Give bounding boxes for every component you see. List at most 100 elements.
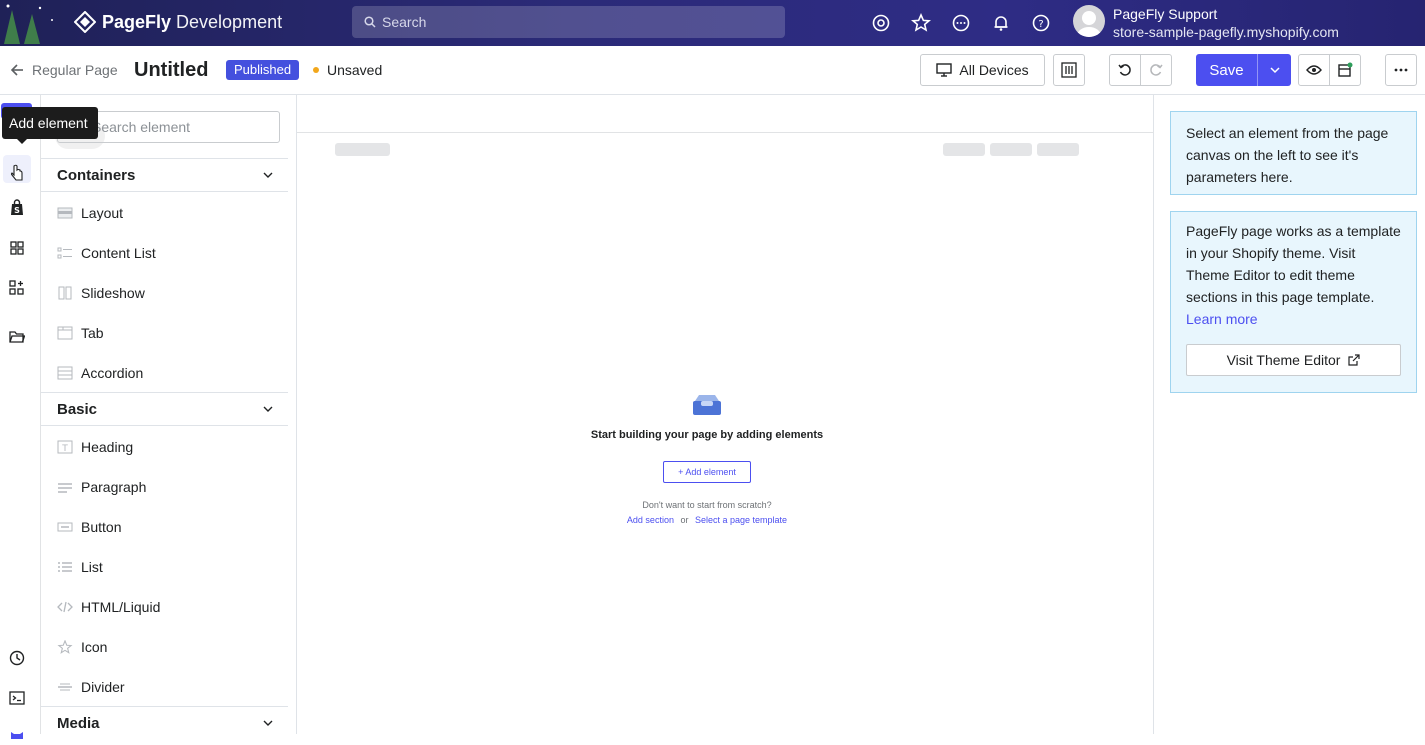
add-element-tooltip: Add element: [2, 107, 98, 144]
add-element-button[interactable]: + Add element: [663, 461, 751, 483]
inspector-info-box: Select an element from the page canvas o…: [1170, 111, 1417, 195]
element-label: Icon: [81, 639, 108, 655]
save-button[interactable]: Save: [1196, 54, 1291, 86]
section-header-media[interactable]: Media: [41, 706, 288, 734]
global-search-input[interactable]: Search: [352, 6, 785, 38]
canvas-header-divider: [297, 132, 1154, 133]
element-search-placeholder: Search element: [92, 119, 191, 135]
element-item-icon[interactable]: Icon: [57, 627, 107, 667]
chevron-down-icon: [1269, 67, 1280, 74]
element-item-button[interactable]: Button: [57, 507, 121, 547]
heading-icon: T: [57, 439, 73, 455]
page-type-label: Regular Page: [32, 62, 118, 78]
element-item-divider[interactable]: Divider: [57, 667, 125, 707]
skeleton-logo: [335, 143, 390, 156]
element-label: Paragraph: [81, 479, 147, 495]
theme-info-text: PageFly page works as a template in your…: [1186, 223, 1401, 305]
eye-icon: [1306, 65, 1322, 75]
search-placeholder: Search: [382, 14, 427, 30]
chevron-down-icon: [263, 406, 273, 412]
element-label: Layout: [81, 205, 124, 221]
publish-icon: [1338, 62, 1353, 77]
chat-icon[interactable]: [950, 12, 972, 34]
element-label: Button: [81, 519, 122, 535]
search-icon: [364, 16, 376, 28]
redo-button[interactable]: [1140, 54, 1172, 86]
page-title[interactable]: Untitled: [134, 59, 208, 82]
history-icon[interactable]: [6, 647, 28, 669]
save-state-label: Unsaved: [327, 62, 383, 78]
console-icon[interactable]: [6, 687, 28, 709]
element-item-heading[interactable]: T Heading: [57, 427, 133, 467]
element-item-slideshow[interactable]: Slideshow: [57, 273, 145, 313]
scratch-text: Don't want to start from scratch?: [642, 500, 772, 510]
empty-state: Start building your page by adding eleme…: [297, 393, 1117, 441]
help-icon[interactable]: ?: [1030, 12, 1052, 34]
page-canvas[interactable]: Start building your page by adding eleme…: [297, 95, 1154, 734]
top-bar: PageFly Development Search ? PageFly Sup…: [0, 0, 1425, 46]
publish-button[interactable]: [1329, 54, 1361, 86]
theme-info-box: PageFly page works as a template in your…: [1170, 211, 1417, 393]
bell-icon[interactable]: [990, 12, 1012, 34]
save-options-button[interactable]: [1258, 54, 1291, 86]
add-section-link[interactable]: Add section: [627, 515, 674, 525]
element-item-paragraph[interactable]: Paragraph: [57, 467, 146, 507]
cat-mascot-icon[interactable]: [6, 723, 28, 745]
devices-button[interactable]: All Devices: [920, 54, 1045, 86]
visit-theme-editor-label: Visit Theme Editor: [1226, 352, 1341, 368]
sliders-icon: [1061, 62, 1077, 78]
star-icon[interactable]: [910, 12, 932, 34]
desktop-icon: [936, 63, 953, 77]
element-label: List: [81, 559, 103, 575]
environment-name: Development: [176, 11, 283, 32]
section-header-basic[interactable]: Basic: [41, 392, 288, 426]
code-icon: [57, 599, 73, 615]
section-title: Containers: [57, 166, 136, 184]
paragraph-icon: [57, 479, 73, 495]
pagefly-logo[interactable]: PageFly Development: [74, 11, 282, 33]
element-item-list[interactable]: List: [57, 547, 103, 587]
element-item-tab[interactable]: Tab: [57, 313, 104, 353]
element-label: Heading: [81, 439, 134, 455]
settings-icon[interactable]: [870, 12, 892, 34]
holiday-decoration: [4, 4, 53, 44]
devices-label: All Devices: [959, 62, 1029, 78]
list-icon: [57, 559, 73, 575]
svg-text:?: ?: [1038, 19, 1043, 30]
more-button[interactable]: [1385, 54, 1417, 86]
start-options: Add section or Select a page template: [297, 515, 1117, 525]
shopify-bag-icon[interactable]: S: [6, 197, 28, 219]
or-text: or: [680, 515, 689, 525]
element-item-content-list[interactable]: Content List: [57, 233, 156, 273]
slideshow-icon: [57, 285, 73, 301]
section-header-containers[interactable]: Containers: [41, 158, 288, 192]
element-item-html-liquid[interactable]: HTML/Liquid: [57, 587, 160, 627]
visit-theme-editor-button[interactable]: Visit Theme Editor: [1186, 344, 1401, 376]
arrow-left-icon: [10, 64, 23, 76]
select-template-link[interactable]: Select a page template: [695, 515, 787, 525]
button-icon: [57, 519, 73, 535]
page-settings-button[interactable]: [1053, 54, 1085, 86]
element-panel: Search element Containers Layout Content…: [41, 95, 297, 734]
accordion-icon: [57, 365, 73, 381]
svg-text:T: T: [61, 444, 68, 454]
undo-button[interactable]: [1109, 54, 1141, 86]
avatar[interactable]: [1073, 5, 1105, 37]
back-link[interactable]: Regular Page: [10, 62, 118, 78]
grid-icon[interactable]: [6, 237, 28, 259]
element-label: Tab: [81, 325, 104, 341]
editor-toolbar: Regular Page Untitled Published Unsaved …: [0, 46, 1425, 95]
element-label: Divider: [81, 679, 125, 695]
widgets-icon[interactable]: [6, 277, 28, 299]
cursor-icon[interactable]: [6, 162, 28, 184]
user-menu[interactable]: PageFly Support store-sample-pagefly.mys…: [1113, 5, 1339, 41]
store-domain: store-sample-pagefly.myshopify.com: [1113, 24, 1339, 40]
learn-more-link[interactable]: Learn more: [1186, 311, 1258, 327]
user-name: PageFly Support: [1113, 6, 1218, 22]
empty-state-heading: Start building your page by adding eleme…: [590, 429, 824, 441]
preview-button[interactable]: [1298, 54, 1330, 86]
folder-icon[interactable]: [6, 326, 28, 348]
save-state: Unsaved: [313, 62, 382, 78]
element-item-accordion[interactable]: Accordion: [57, 353, 143, 393]
element-item-layout[interactable]: Layout: [57, 193, 123, 233]
